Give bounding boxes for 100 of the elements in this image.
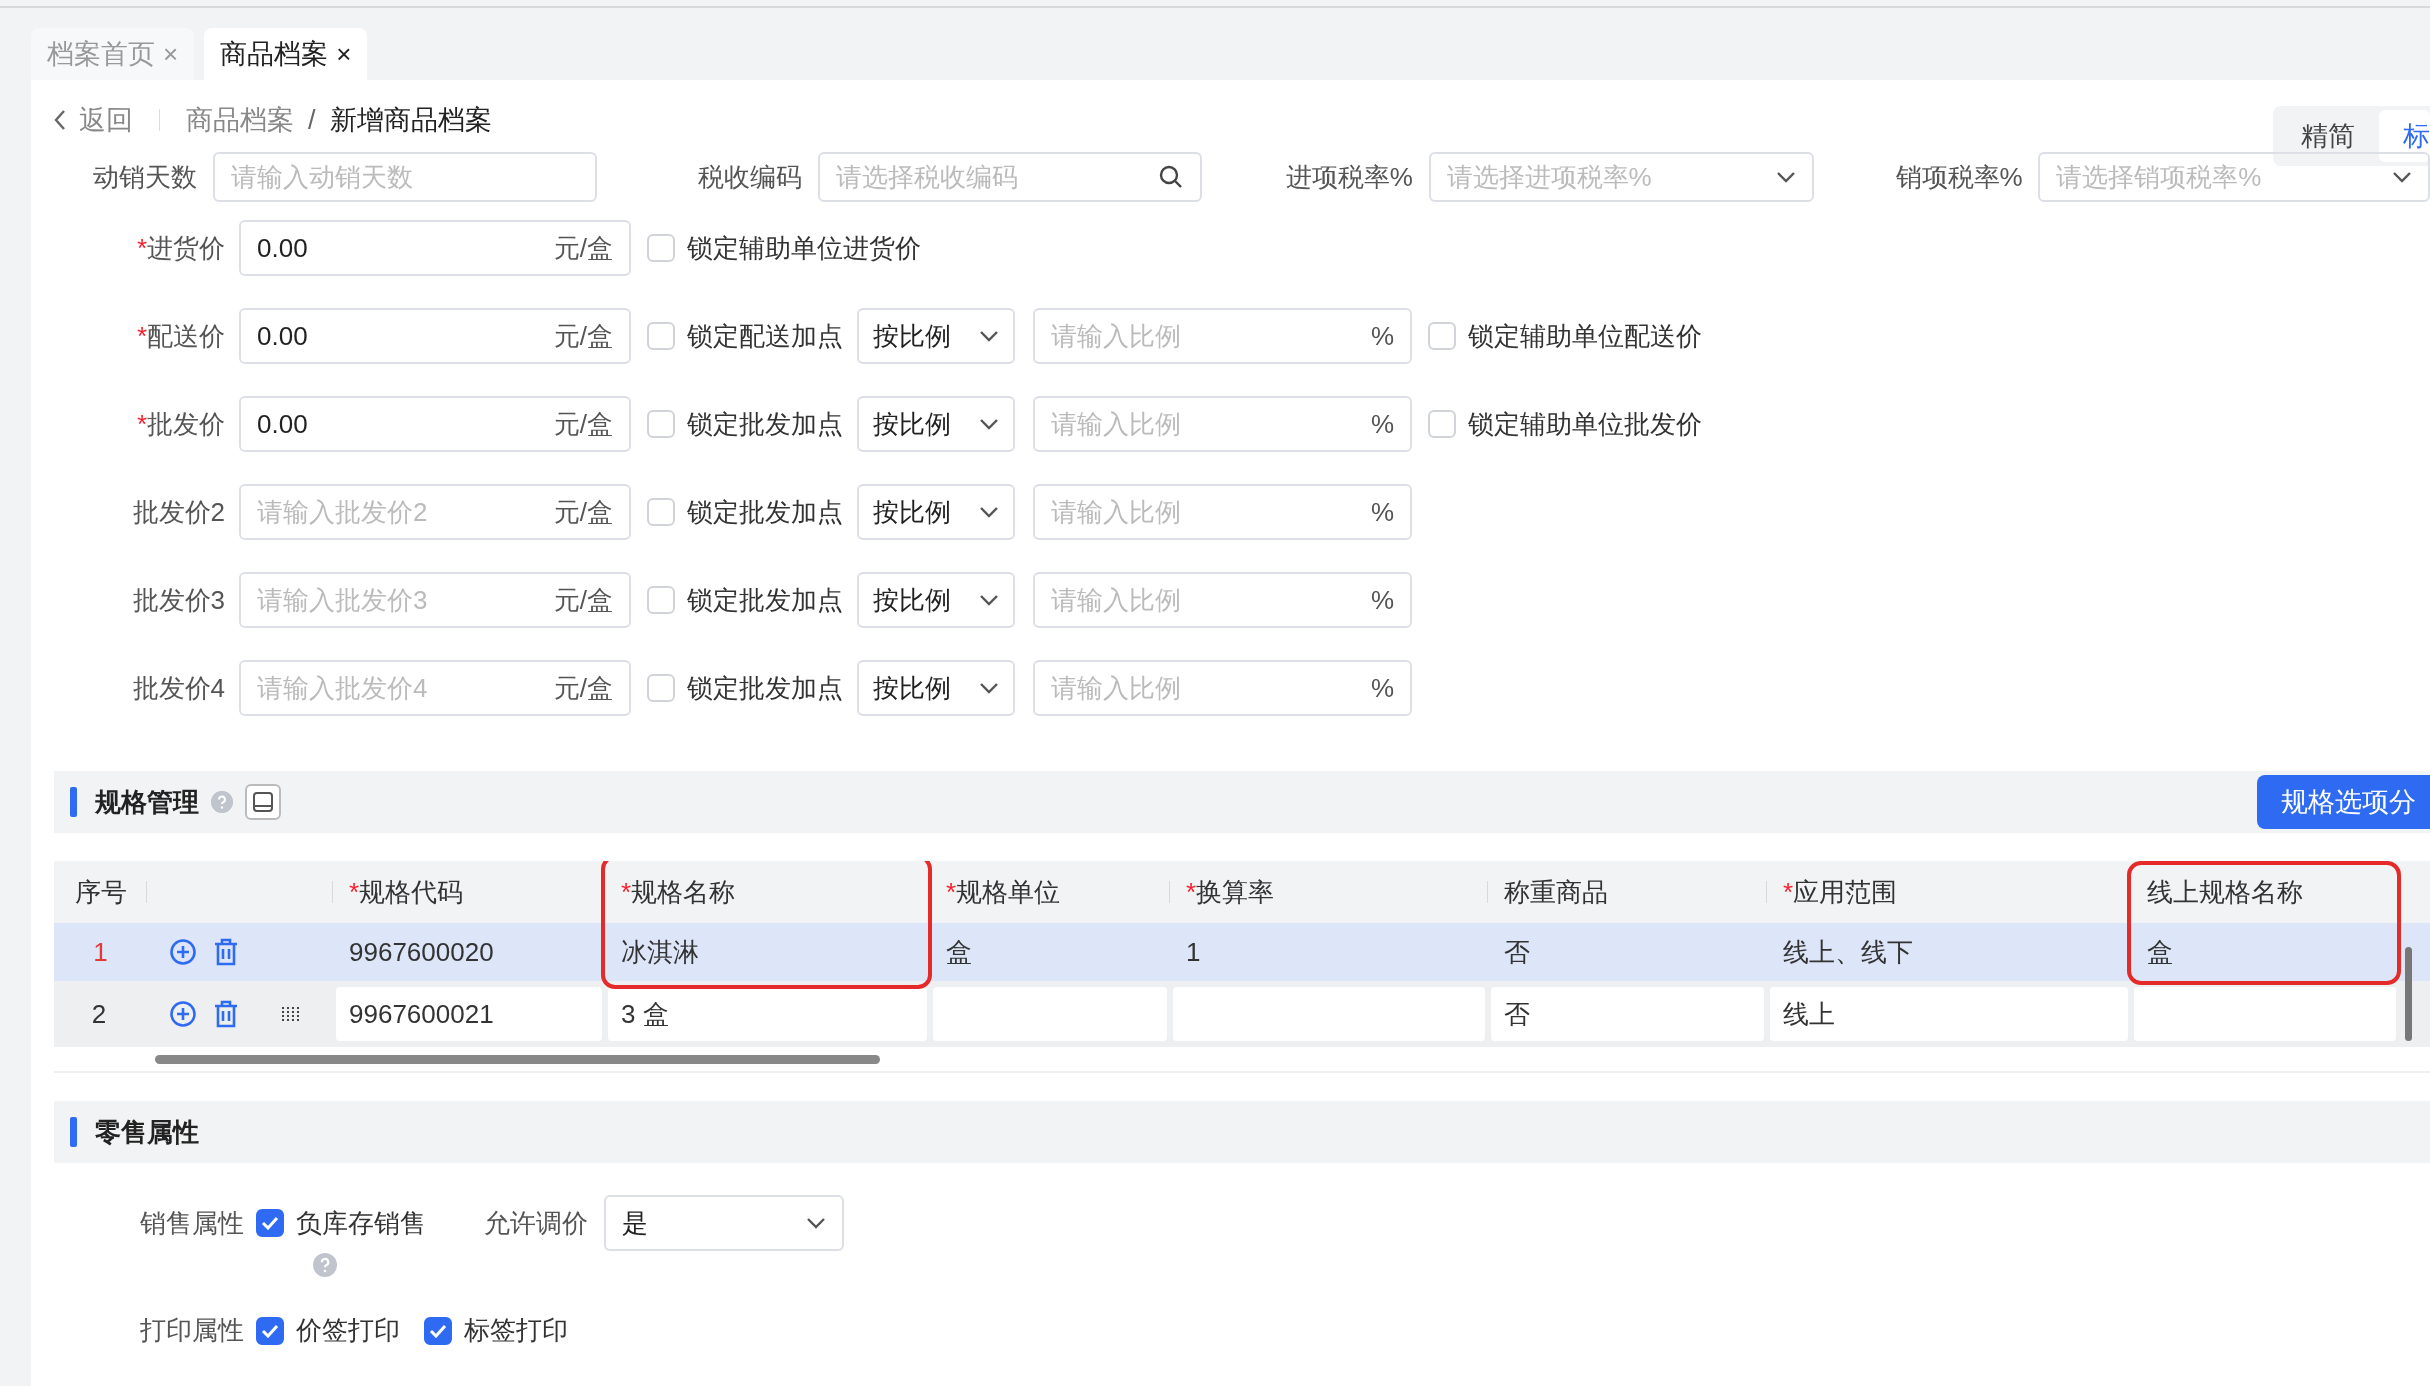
percent-label: % — [1370, 496, 1394, 528]
table-cell: 9967600020 — [349, 936, 494, 968]
mode-select[interactable]: 按比例 — [857, 572, 1015, 628]
ratio-field[interactable]: 请输入比例 % — [1033, 572, 1412, 628]
column-header: 线上规格名称 — [2131, 861, 2399, 923]
trash-icon[interactable] — [213, 938, 239, 966]
add-icon[interactable] — [169, 938, 197, 966]
checkbox-label: 锁定批发加点 — [687, 583, 843, 617]
percent-label: % — [1370, 408, 1394, 440]
checkbox-label: 锁定批发加点 — [687, 671, 843, 705]
field-label: *批发价 — [135, 407, 225, 441]
chevron-down-icon — [979, 682, 999, 694]
table-row[interactable]: 1 9967600020 冰淇淋 盒 1 否 线上、线下 盒 — [54, 923, 2430, 981]
field-label: 进项税率% — [1284, 160, 1413, 194]
cell-input[interactable]: 3 盒 — [608, 987, 927, 1041]
checkbox[interactable] — [424, 1316, 452, 1345]
field-label: 税收编码 — [697, 160, 803, 194]
column-header: *应用范围 — [1767, 861, 2131, 923]
checkbox-label: 锁定辅助单位配送价 — [1468, 319, 1702, 353]
checkbox[interactable] — [256, 1316, 284, 1345]
add-icon[interactable] — [169, 1000, 197, 1028]
back-link[interactable]: 返回 — [53, 102, 133, 138]
field-label: 销售属性 — [139, 1206, 245, 1240]
percent-label: % — [1370, 320, 1394, 352]
field-label: 允许调价 — [484, 1206, 588, 1240]
field-label: 批发价2 — [131, 495, 225, 529]
check-icon — [429, 1323, 447, 1338]
table-cell: 1 — [1186, 936, 1201, 968]
mode-select[interactable]: 按比例 — [857, 396, 1015, 452]
mode-select[interactable]: 按比例 — [857, 660, 1015, 716]
unit-label: 元/盒 — [553, 671, 613, 705]
cell-input[interactable]: 否 — [1491, 987, 1764, 1041]
scrollbar[interactable] — [2405, 947, 2412, 1041]
price-field[interactable]: 0.00 元/盒 — [239, 308, 631, 364]
checkbox-label: 价签打印 — [296, 1314, 400, 1347]
ratio-field[interactable]: 请输入比例 % — [1033, 484, 1412, 540]
table-cell-text: 冰淇淋 — [621, 935, 699, 969]
check-icon — [261, 1323, 279, 1338]
table-cell-text: 否 — [1504, 935, 1530, 969]
field-label: 销项税率% — [1894, 160, 2023, 194]
price-field[interactable]: 请输入批发价3 元/盒 — [239, 572, 631, 628]
price-field[interactable]: 0.00 元/盒 — [239, 396, 631, 452]
checkbox[interactable] — [256, 1209, 284, 1237]
close-icon[interactable]: × — [336, 38, 352, 70]
mode-select[interactable]: 按比例 — [857, 484, 1015, 540]
ratio-field[interactable]: 请输入比例 % — [1033, 396, 1412, 452]
cell-input[interactable]: 线上 — [1770, 987, 2128, 1041]
help-icon[interactable] — [211, 791, 233, 813]
column-header: 称重商品 — [1488, 861, 1767, 923]
column-header: *规格代码 — [333, 861, 605, 923]
checkbox-label: 锁定批发加点 — [687, 495, 843, 529]
price-field[interactable]: 请输入批发价2 元/盒 — [239, 484, 631, 540]
chevron-down-icon — [1776, 171, 1797, 183]
panel-toggle-button[interactable] — [245, 784, 281, 820]
spec-group-button[interactable]: 规格选项分 — [2257, 775, 2430, 829]
field-label: 批发价3 — [131, 583, 225, 617]
chevron-down-icon — [979, 594, 999, 606]
tab[interactable]: 商品档案 × — [204, 28, 368, 80]
checkbox-label: 锁定辅助单位批发价 — [1468, 407, 1702, 441]
ratio-field[interactable]: 请输入比例 % — [1033, 308, 1412, 364]
cell-input[interactable]: 9967600021 — [336, 987, 602, 1041]
chevron-down-icon — [979, 418, 999, 430]
price-field[interactable]: 请输入批发价4 元/盒 — [239, 660, 631, 716]
field-label: 动销天数 — [92, 160, 198, 194]
ratio-field[interactable]: 请输入比例 % — [1033, 660, 1412, 716]
panel-icon — [252, 791, 274, 813]
checkbox-label: 标签打印 — [464, 1314, 568, 1347]
select-field[interactable]: 是 — [604, 1195, 844, 1251]
price-field[interactable]: 0.00 元/盒 — [239, 220, 631, 276]
field-label: *进货价 — [135, 231, 225, 265]
table-cell-text: 盒 — [946, 935, 972, 969]
mode-select[interactable]: 按比例 — [857, 308, 1015, 364]
unit-label: 元/盒 — [553, 583, 613, 617]
row-number: 1 — [92, 935, 109, 969]
breadcrumb-item[interactable]: 商品档案 — [186, 102, 294, 138]
table-cell-text: 线上、线下 — [1783, 935, 1913, 969]
checkbox-label: 锁定批发加点 — [687, 407, 843, 441]
chevron-down-icon — [2391, 171, 2412, 183]
unit-label: 元/盒 — [553, 495, 613, 529]
check-icon — [261, 1216, 279, 1230]
unit-label: 元/盒 — [553, 407, 613, 441]
unit-label: 元/盒 — [553, 231, 613, 265]
field-label: 批发价4 — [131, 671, 225, 705]
accent-bar — [70, 787, 77, 817]
percent-label: % — [1370, 672, 1394, 704]
trash-icon[interactable] — [213, 1000, 239, 1028]
checkbox-label: 负库存销售 — [296, 1206, 426, 1240]
accent-bar — [70, 1117, 77, 1147]
view-option[interactable]: 标 — [2379, 110, 2430, 162]
help-icon[interactable] — [313, 1253, 337, 1277]
column-header: *规格单位 — [930, 861, 1170, 923]
chevron-left-icon — [53, 109, 67, 131]
row-number: 2 — [90, 997, 108, 1031]
chevron-down-icon — [806, 1217, 826, 1229]
search-icon — [1157, 164, 1184, 190]
section-title: 规格管理 — [95, 785, 199, 819]
scrollbar[interactable] — [155, 1055, 880, 1064]
drag-handle-icon[interactable] — [281, 1006, 301, 1022]
column-header: *规格名称 — [605, 861, 930, 923]
table-row[interactable]: 2 9967600021 3 盒 否 线上 — [54, 981, 2430, 1047]
